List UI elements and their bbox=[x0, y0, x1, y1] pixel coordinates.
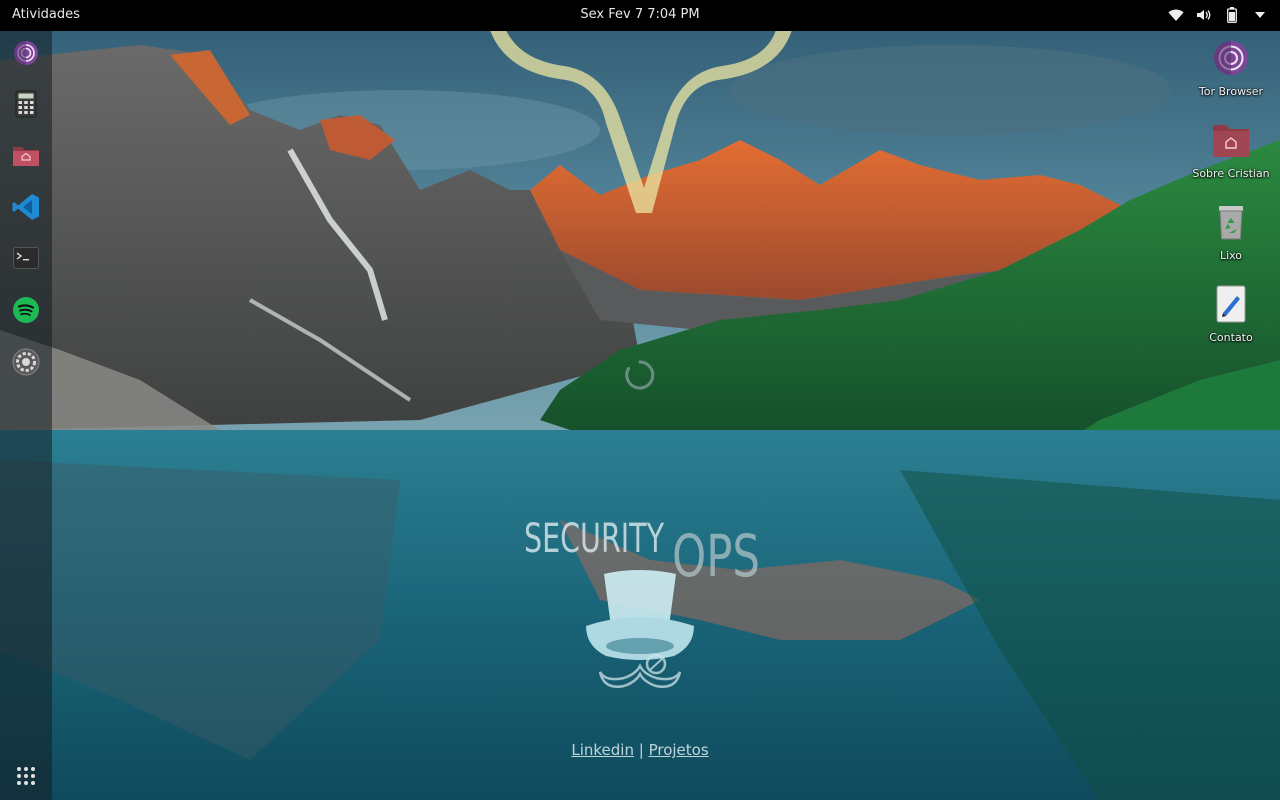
clock-area: Sex Fev 7 7:04 PM bbox=[0, 7, 1280, 22]
dock-calculator[interactable] bbox=[8, 86, 44, 122]
text-editor-icon bbox=[1216, 285, 1246, 323]
desktop-icon-lixo[interactable]: Lixo bbox=[1186, 202, 1276, 262]
home-folder-icon bbox=[13, 147, 39, 166]
desktop-icon-label: Lixo bbox=[1219, 249, 1243, 262]
linkedin-link[interactable]: Linkedin bbox=[571, 741, 634, 759]
desktop-icon-label: Contato bbox=[1209, 331, 1253, 344]
clock-button[interactable]: Sex Fev 7 7:04 PM bbox=[580, 7, 699, 22]
v-logo bbox=[490, 30, 792, 213]
trash-icon bbox=[1219, 206, 1243, 240]
volume-icon bbox=[1196, 6, 1212, 24]
dock-spotify[interactable] bbox=[8, 292, 44, 328]
wifi-icon bbox=[1168, 6, 1184, 24]
tor-browser-icon bbox=[14, 41, 38, 65]
dock-settings[interactable] bbox=[8, 344, 44, 380]
terminal-icon bbox=[13, 247, 39, 269]
app-grid-icon bbox=[17, 767, 35, 785]
desktop-icon-label: Sobre Cristian bbox=[1192, 167, 1270, 180]
brand-word-security: SECURITY bbox=[524, 516, 665, 562]
dock bbox=[0, 31, 52, 800]
desktop-icon-tor-browser[interactable]: Tor Browser bbox=[1186, 38, 1276, 98]
top-bar: Atividades Sex Fev 7 7:04 PM bbox=[0, 0, 1280, 31]
footer-links: Linkedin | Projetos bbox=[0, 741, 1280, 759]
calculator-icon bbox=[15, 90, 37, 118]
desktop-icon-label: Tor Browser bbox=[1198, 85, 1264, 98]
spotify-icon bbox=[13, 297, 39, 323]
dock-terminal[interactable] bbox=[8, 240, 44, 276]
desktop-icon-sobre-cristian[interactable]: Sobre Cristian bbox=[1186, 120, 1276, 180]
desktop-icon-contato[interactable]: Contato bbox=[1186, 284, 1276, 344]
home-folder-icon bbox=[1213, 125, 1249, 157]
projetos-link[interactable]: Projetos bbox=[649, 741, 709, 759]
securityops-logo: SECURITY OPS bbox=[524, 516, 760, 688]
brand-word-ops: OPS bbox=[672, 522, 760, 590]
loading-spinner-icon bbox=[625, 360, 655, 390]
activities-button[interactable]: Atividades bbox=[12, 7, 80, 22]
link-separator: | bbox=[638, 741, 644, 759]
dock-tor-browser[interactable] bbox=[8, 35, 44, 71]
battery-icon bbox=[1224, 6, 1240, 24]
dock-vscode[interactable] bbox=[8, 189, 44, 225]
vscode-icon bbox=[12, 194, 39, 220]
show-applications-button[interactable] bbox=[8, 758, 44, 794]
tor-browser-icon bbox=[1214, 41, 1248, 75]
system-status-area[interactable] bbox=[1168, 6, 1268, 24]
dock-files[interactable] bbox=[8, 137, 44, 173]
settings-icon bbox=[12, 348, 40, 376]
system-menu-arrow-icon bbox=[1252, 6, 1268, 24]
